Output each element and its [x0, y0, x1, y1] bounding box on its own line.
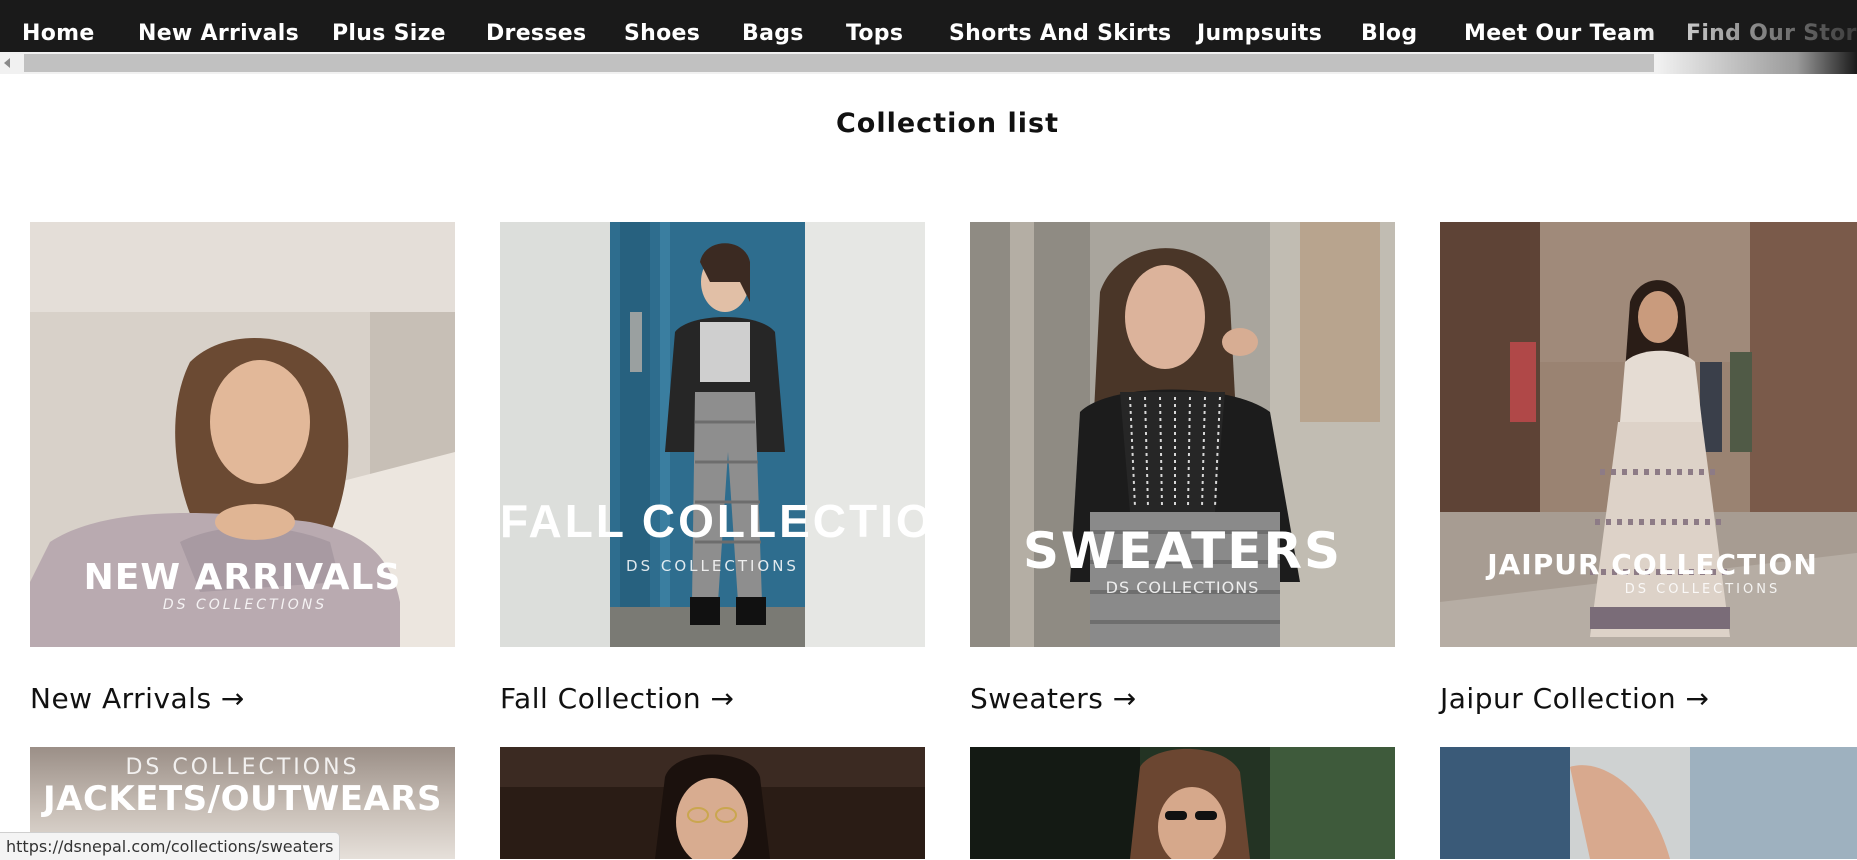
collection-link-sweaters[interactable]: Sweaters → — [970, 682, 1137, 715]
collection-image[interactable]: NEW ARRIVALS DS COLLECTIONS — [30, 222, 455, 647]
nav-home[interactable]: Home — [22, 21, 95, 46]
status-bar-url: https://dsnepal.com/collections/sweaters — [0, 832, 341, 860]
nav-blog[interactable]: Blog — [1361, 21, 1417, 46]
card-overlay-title: NEW ARRIVALS — [83, 557, 402, 598]
scroll-left-icon[interactable] — [4, 58, 10, 68]
card-overlay-subtitle: DS COLLECTIONS — [626, 557, 799, 575]
scrollbar-fade — [1657, 52, 1857, 74]
nav-find-our-stores[interactable]: Find Our Stores — [1686, 21, 1857, 46]
nav-new-arrivals[interactable]: New Arrivals — [138, 21, 299, 46]
card-overlay-title: SWEATERS — [1023, 522, 1342, 580]
card-overlay-title: JAIPUR COLLECTION — [1487, 548, 1818, 581]
nav-bags[interactable]: Bags — [742, 21, 804, 46]
collection-link-jaipur-collection[interactable]: Jaipur Collection → — [1440, 682, 1709, 715]
collection-image[interactable]: FALL COLLECTION DS COLLECTIONS — [500, 222, 925, 647]
collection-link-fall-collection[interactable]: Fall Collection → — [500, 682, 735, 715]
nav-plus-size[interactable]: Plus Size — [332, 21, 446, 46]
collection-card-row2-2[interactable] — [500, 747, 925, 859]
card-overlay-title: FALL COLLECTION — [500, 495, 925, 547]
collection-image[interactable]: JAIPUR COLLECTION DS COLLECTIONS — [1440, 222, 1857, 647]
nav-dresses[interactable]: Dresses — [486, 21, 586, 46]
card-overlay-subtitle: DS COLLECTIONS — [125, 755, 360, 780]
collection-link-new-arrivals[interactable]: New Arrivals → — [30, 682, 245, 715]
page-title: Collection list — [835, 108, 1059, 139]
card-overlay-title: JACKETS/OUTWEARS — [43, 779, 442, 819]
card-overlay-subtitle: DS COLLECTIONS — [1624, 582, 1781, 597]
nav-shorts-and-skirts[interactable]: Shorts And Skirts — [949, 21, 1171, 46]
card-overlay-subtitle: DS COLLECTIONS — [162, 597, 328, 613]
nav-meet-our-team[interactable]: Meet Our Team — [1464, 21, 1655, 46]
collection-card-row2-4[interactable] — [1440, 747, 1857, 859]
top-nav: Home New Arrivals Plus Size Dresses Shoe… — [0, 0, 1857, 52]
nav-shoes[interactable]: Shoes — [624, 21, 700, 46]
nav-jumpsuits[interactable]: Jumpsuits — [1197, 21, 1322, 46]
nav-tops[interactable]: Tops — [846, 21, 903, 46]
collection-image[interactable]: SWEATERS DS COLLECTIONS — [970, 222, 1395, 647]
card-overlay-subtitle: DS COLLECTIONS — [1105, 578, 1260, 597]
scrollbar-thumb[interactable] — [24, 54, 1654, 72]
nav-scrollbar[interactable] — [0, 52, 1857, 74]
collection-card-row2-3[interactable] — [970, 747, 1395, 859]
